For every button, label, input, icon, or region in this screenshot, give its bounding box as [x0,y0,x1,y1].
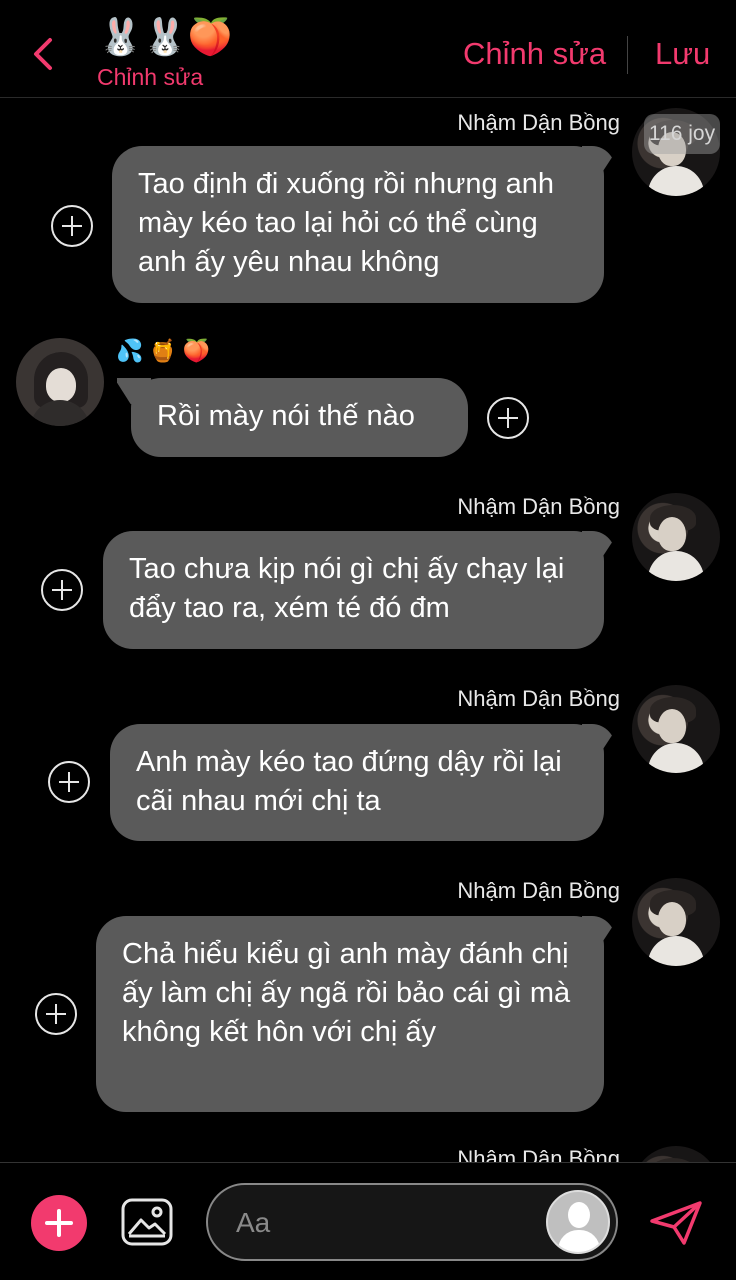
message-bubble[interactable]: Tao định đi xuống rồi nhưng anh mày kéo … [112,146,604,303]
sender-name: Nhậm Dận Bồng [457,686,620,711]
edit-button[interactable]: Chỉnh sửa [463,36,606,72]
add-reaction-button[interactable] [51,205,93,247]
sender-name: Nhậm Dận Bồng [457,878,620,903]
add-reaction-button[interactable] [35,993,77,1035]
message-bubble[interactable]: Anh mày kéo tao đứng dậy rồi lại cãi nha… [110,724,604,841]
add-reaction-button[interactable] [48,761,90,803]
message-bubble[interactable]: Rồi mày nói thế nào [131,378,468,457]
sender-name: Nhậm Dận Bồng [457,110,620,135]
message-input[interactable] [236,1203,536,1243]
sender-avatar[interactable] [632,685,720,773]
send-icon[interactable] [648,1199,704,1247]
chat-title-emojis: 🐰🐰🍑 [98,16,233,57]
watermark-label: 116 joy [644,114,720,154]
add-reaction-button[interactable] [487,397,529,439]
message-bubble[interactable]: Chả hiểu kiểu gì anh mày đánh chị ấy làm… [96,916,604,1112]
sender-avatar[interactable] [632,493,720,581]
image-icon[interactable] [121,1198,173,1246]
sender-avatar[interactable] [632,878,720,966]
save-button[interactable]: Lưu [655,36,710,72]
sender-name: Nhậm Dận Bồng [457,1146,620,1162]
add-icon[interactable] [31,1195,87,1251]
contact-avatar[interactable] [16,338,104,426]
header-divider [627,36,628,74]
add-reaction-button[interactable] [41,569,83,611]
composer-bar [0,1162,736,1280]
back-chevron-icon[interactable] [30,36,58,72]
sender-name: Nhậm Dận Bồng [457,494,620,519]
chat-header: 🐰🐰🍑 Chỉnh sửa Chỉnh sửa Lưu [0,0,736,98]
chat-subtitle[interactable]: Chỉnh sửa [97,64,203,91]
message-input-container[interactable] [206,1183,618,1261]
message-bubble[interactable]: Tao chưa kịp nói gì chị ấy chạy lại đẩy … [103,531,604,649]
reaction-emojis[interactable]: 💦🍯🍑 [116,338,216,364]
sender-avatar[interactable] [632,1146,720,1162]
avatar-icon[interactable] [546,1190,610,1254]
